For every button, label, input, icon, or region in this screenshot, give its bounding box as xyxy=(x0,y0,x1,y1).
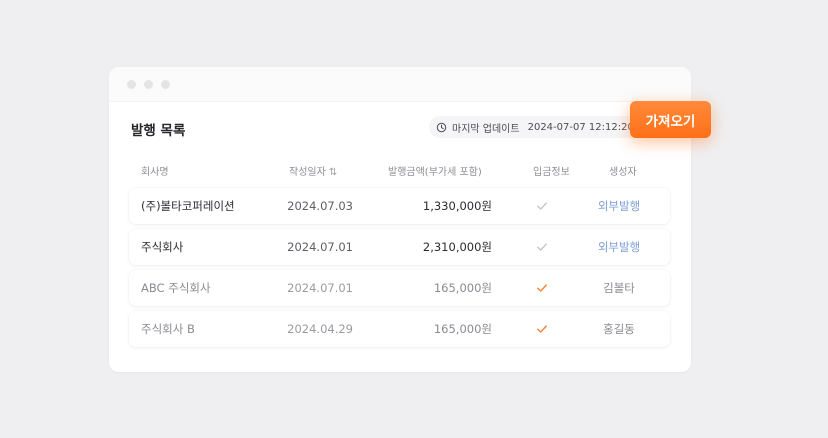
column-header-company-label: 회사명 xyxy=(141,167,169,178)
row-creator-link[interactable]: 외부발행 xyxy=(578,229,660,265)
column-header-creator-label: 생성자 xyxy=(609,167,637,178)
column-header-creator[interactable]: 생성자 xyxy=(609,163,637,178)
row-date: 2024.07.01 xyxy=(287,240,353,254)
table-row[interactable]: ABC 주식회사 2024.07.01 165,000원 김볼타 xyxy=(129,270,670,306)
window-dot-3[interactable] xyxy=(161,80,170,89)
row-amount: 165,000원 xyxy=(433,322,492,336)
column-header-amount[interactable]: 발행금액(부가세 포함) xyxy=(388,163,482,178)
last-update-label: 마지막 업데이트 xyxy=(452,123,520,135)
window-dot-1[interactable] xyxy=(127,80,136,89)
row-amount: 1,330,000원 xyxy=(422,199,492,213)
sort-icon[interactable]: ⇅ xyxy=(329,167,337,178)
row-company: ABC 주식회사 xyxy=(141,281,211,295)
check-icon xyxy=(536,200,548,212)
window-titlebar xyxy=(109,67,691,102)
row-date: 2024.07.01 xyxy=(287,281,353,295)
row-company: (주)볼타코퍼레이션 xyxy=(141,199,235,213)
column-header-amount-label: 발행금액(부가세 포함) xyxy=(388,167,482,178)
row-creator-link[interactable]: 외부발행 xyxy=(578,188,660,224)
fetch-button[interactable]: 가져오기 xyxy=(630,101,711,138)
row-creator: 홍길동 xyxy=(603,322,635,336)
check-icon xyxy=(536,323,548,335)
row-company: 주식회사 B xyxy=(141,322,195,336)
column-header-company[interactable]: 회사명 xyxy=(141,163,169,178)
clock-icon xyxy=(436,122,447,132)
table-row[interactable]: 주식회사 B 2024.04.29 165,000원 홍길동 xyxy=(129,311,670,347)
page-title: 발행 목록 xyxy=(131,123,186,139)
column-header-deposit[interactable]: 입금정보 xyxy=(533,163,570,178)
row-amount: 2,310,000원 xyxy=(422,240,492,254)
check-icon xyxy=(536,282,548,294)
row-date: 2024.04.29 xyxy=(287,322,353,336)
column-header-deposit-label: 입금정보 xyxy=(533,167,570,178)
last-update-badge: 마지막 업데이트 2024-07-07 12:12:20 xyxy=(429,116,644,138)
row-creator: 김볼타 xyxy=(603,281,635,295)
window-dot-2[interactable] xyxy=(144,80,153,89)
check-icon xyxy=(536,241,548,253)
column-header-date-label: 작성일자 xyxy=(289,167,326,178)
issuance-list-window: 발행 목록 마지막 업데이트 2024-07-07 12:12:20 회사명 작… xyxy=(109,67,691,372)
table-row[interactable]: 주식회사 2024.07.01 2,310,000원 외부발행 xyxy=(129,229,670,265)
row-company: 주식회사 xyxy=(141,240,184,254)
table-row[interactable]: (주)볼타코퍼레이션 2024.07.03 1,330,000원 외부발행 xyxy=(129,188,670,224)
last-update-time: 2024-07-07 12:12:20 xyxy=(527,121,634,133)
column-header-date[interactable]: 작성일자 ⇅ xyxy=(289,163,337,178)
row-amount: 165,000원 xyxy=(433,281,492,295)
row-date: 2024.07.03 xyxy=(287,199,353,213)
